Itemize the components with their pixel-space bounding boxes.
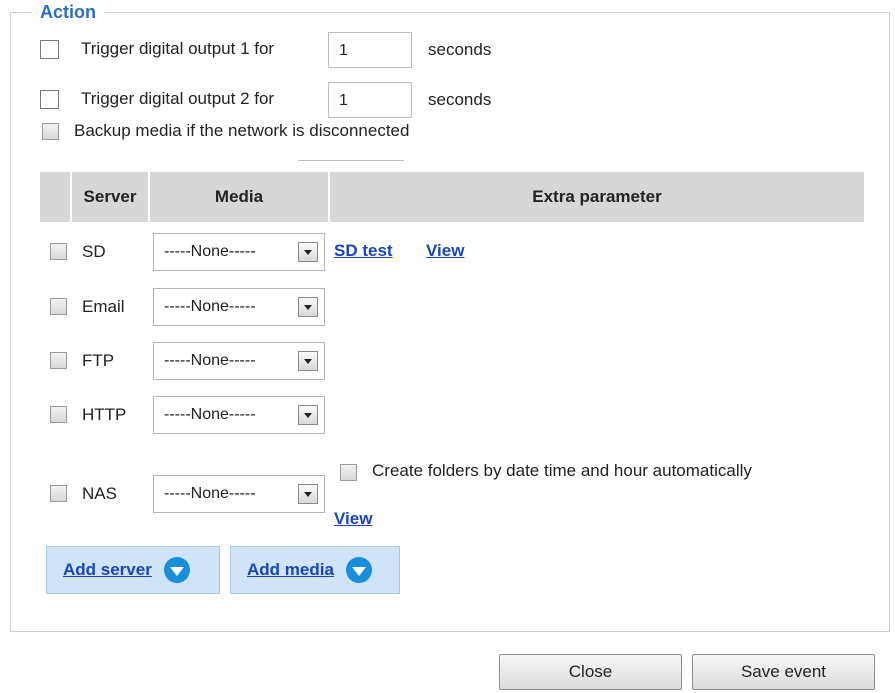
dropdown-arrow-icon[interactable] <box>298 242 318 262</box>
save-event-button[interactable]: Save event <box>692 654 875 690</box>
http-media-select[interactable]: -----None----- <box>153 396 325 434</box>
trigger-output-1-seconds-input[interactable]: 1 <box>328 32 412 68</box>
sd-media-select[interactable]: -----None----- <box>153 233 325 271</box>
nas-view-link[interactable]: View <box>334 509 372 529</box>
table-header-extra-parameter: Extra parameter <box>330 172 864 222</box>
add-media-button[interactable]: Add media <box>230 546 400 594</box>
server-nas-label: NAS <box>82 484 117 503</box>
server-ftp-checkbox[interactable] <box>50 352 67 369</box>
close-button[interactable]: Close <box>499 654 682 690</box>
expand-circle-icon <box>345 557 372 583</box>
trigger-output-2-row: Trigger digital output 2 for <box>40 80 274 118</box>
ftp-media-value: -----None----- <box>164 352 256 369</box>
nas-media-value: -----None----- <box>164 485 256 502</box>
dropdown-arrow-icon[interactable] <box>298 351 318 371</box>
server-email-label: Email <box>82 297 125 316</box>
server-ftp-label: FTP <box>82 351 115 370</box>
backup-media-label: Backup media if the network is disconnec… <box>74 121 410 140</box>
expand-circle-icon <box>163 557 190 583</box>
nas-create-folders-label: Create folders by date time and hour aut… <box>372 461 752 480</box>
add-server-button[interactable]: Add server <box>46 546 220 594</box>
ftp-media-select[interactable]: -----None----- <box>153 342 325 380</box>
table-header-server: Server <box>72 172 148 222</box>
dropdown-arrow-icon[interactable] <box>298 297 318 317</box>
email-media-value: -----None----- <box>164 298 256 315</box>
server-http-checkbox[interactable] <box>50 406 67 423</box>
trigger-output-2-label: Trigger digital output 2 for <box>81 89 275 108</box>
table-header-media: Media <box>150 172 328 222</box>
nas-media-select[interactable]: -----None----- <box>153 475 325 513</box>
add-media-label: Add media <box>247 560 334 579</box>
backup-media-checkbox[interactable] <box>42 122 59 140</box>
trigger-output-2-seconds-input[interactable]: 1 <box>328 82 412 118</box>
trigger-output-2-unit: seconds <box>428 90 492 109</box>
trigger-output-1-label: Trigger digital output 1 for <box>81 39 275 58</box>
dropdown-arrow-icon[interactable] <box>298 484 318 504</box>
server-sd-label: SD <box>82 242 106 261</box>
server-http-label: HTTP <box>82 405 127 424</box>
email-media-select[interactable]: -----None----- <box>153 288 325 326</box>
backup-media-row: Backup media if the network is disconnec… <box>42 120 409 142</box>
server-email-checkbox[interactable] <box>50 298 67 315</box>
trigger-output-1-unit: seconds <box>428 40 492 59</box>
server-nas-checkbox[interactable] <box>50 485 67 502</box>
add-server-label: Add server <box>63 560 152 579</box>
http-media-value: -----None----- <box>164 406 256 423</box>
table-header-select-column <box>40 172 70 222</box>
sd-media-value: -----None----- <box>164 243 256 260</box>
sd-test-link[interactable]: SD test <box>334 241 393 261</box>
trigger-output-1-checkbox[interactable] <box>40 39 59 59</box>
trigger-output-2-checkbox[interactable] <box>40 89 59 109</box>
server-sd-checkbox[interactable] <box>50 243 67 260</box>
divider <box>298 160 404 161</box>
action-legend: Action <box>32 2 104 23</box>
trigger-output-1-row: Trigger digital output 1 for <box>40 30 274 68</box>
dropdown-arrow-icon[interactable] <box>298 405 318 425</box>
sd-view-link[interactable]: View <box>426 241 464 261</box>
nas-create-folders-checkbox[interactable] <box>340 464 357 481</box>
